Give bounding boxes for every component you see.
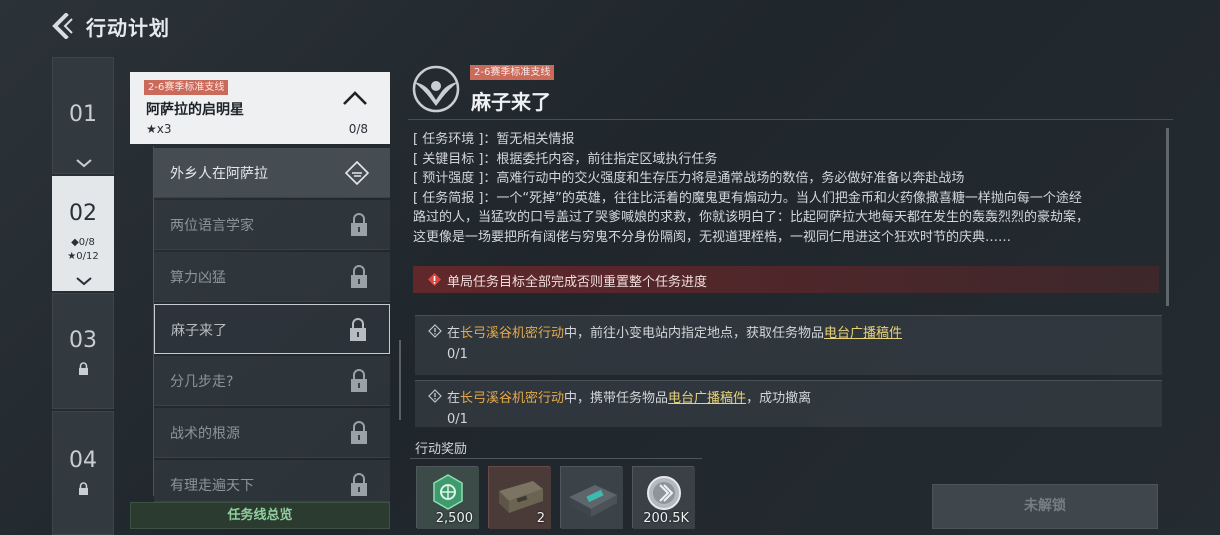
- task-item-label: 分几步走?: [170, 374, 234, 390]
- objective-row: 在长弓溪谷机密行动中，前往小变电站内指定地点，获取任务物品电台广播稿件 0/1: [415, 315, 1162, 375]
- chapter-star-progress: ★0/12: [67, 251, 99, 262]
- chevron-down-icon: [76, 277, 92, 286]
- divider: [408, 119, 1173, 120]
- info-environment: [ 任务环境 ]：暂无相关情报: [413, 132, 575, 147]
- task-item[interactable]: 两位语言学家: [154, 200, 390, 250]
- divider: [410, 458, 702, 459]
- eagle-emblem-icon: [412, 65, 460, 113]
- lock-icon: [350, 318, 366, 341]
- device-case-icon: [561, 467, 623, 529]
- season-tag: 2-6赛季标准支线: [470, 65, 555, 80]
- task-line-header[interactable]: 2-6赛季标准支线 阿萨拉的启明星 ★x3 0/8: [130, 72, 390, 144]
- objective-text: 在长弓溪谷机密行动中，前往小变电站内指定地点，获取任务物品电台广播稿件: [447, 326, 903, 341]
- objective-count: 0/1: [447, 347, 468, 362]
- task-item[interactable]: 有理走遍天下: [154, 460, 390, 502]
- reward-item[interactable]: 2: [488, 466, 551, 529]
- chevron-up-icon[interactable]: [342, 90, 368, 106]
- chapter-number: 03: [69, 328, 97, 353]
- chapter-number: 01: [69, 102, 97, 127]
- chapter-number: 04: [69, 448, 97, 473]
- task-line-stars: ★x3: [146, 122, 172, 136]
- chapter-04[interactable]: 04: [52, 411, 114, 535]
- warning-banner: 单局任务目标全部完成否则重置整个任务进度: [413, 266, 1159, 293]
- task-item[interactable]: 战术的根源: [154, 408, 390, 458]
- chapter-01[interactable]: 01: [52, 57, 114, 174]
- rewards-title: 行动奖励: [415, 442, 468, 457]
- task-item-label: 麻子来了: [171, 323, 227, 339]
- task-item[interactable]: 算力凶猛: [154, 252, 390, 302]
- chapter-03[interactable]: 03: [52, 293, 114, 409]
- reward-item[interactable]: [560, 466, 623, 529]
- lock-icon: [351, 265, 367, 288]
- info-briefing: [ 任务简报 ]：一个“死掉”的英雄，往往比活着的魔鬼更有煽动力。当人们把金币和…: [413, 190, 1082, 206]
- back-arrow-icon[interactable]: [50, 13, 74, 39]
- chapter-02[interactable]: 02 ◆0/8 ★0/12: [52, 176, 114, 291]
- chapter-diamond-progress: ◆0/8: [71, 237, 95, 248]
- objective-text: 在长弓溪谷机密行动中，携带任务物品电台广播稿件，成功撤离: [447, 391, 812, 406]
- task-item-label: 算力凶猛: [170, 270, 226, 286]
- task-item-label: 战术的根源: [170, 426, 240, 442]
- info-briefing-line: 这更像是一场要把所有阔佬与穷鬼不分身份隔阂，无视道理桎梏，一视同仁甩进这个狂欢时…: [413, 229, 1012, 245]
- task-item-label: 有理走遍天下: [170, 478, 254, 494]
- diamond-map-icon: [344, 160, 370, 186]
- reward-item[interactable]: 200.5K: [632, 466, 695, 529]
- task-line-overview-button[interactable]: 任务线总览: [130, 502, 390, 529]
- task-item[interactable]: 分几步走?: [154, 356, 390, 406]
- info-key-objective: [ 关键目标 ]：根据委托内容，前往指定区域执行任务: [413, 151, 718, 167]
- objective-row: 在长弓溪谷机密行动中，携带任务物品电台广播稿件，成功撤离 0/1: [415, 380, 1162, 427]
- task-item-selected[interactable]: 麻子来了: [154, 304, 390, 354]
- objective-diamond-icon: [428, 389, 442, 403]
- task-item[interactable]: 外乡人在阿萨拉: [154, 148, 390, 198]
- lock-icon: [79, 362, 88, 375]
- lock-icon: [351, 369, 367, 392]
- lock-icon: [351, 473, 367, 496]
- info-scrollbar[interactable]: [1166, 128, 1169, 306]
- objective-diamond-icon: [428, 324, 442, 338]
- chapter-number: 02: [69, 201, 97, 226]
- chevron-down-icon: [76, 159, 92, 168]
- task-line-name: 阿萨拉的启明星: [146, 102, 244, 118]
- unlock-button[interactable]: 未解锁: [932, 484, 1158, 529]
- lock-icon: [79, 482, 88, 495]
- reward-amount: 2,500: [435, 511, 473, 526]
- task-line-panel: 2-6赛季标准支线 阿萨拉的启明星 ★x3 0/8 外乡人在阿萨拉 两位语言学家…: [128, 62, 392, 502]
- info-briefing-line: 路过的人，当猛攻的口号盖过了哭爹喊娘的求救，你就该明白了：比起阿萨拉大地每天都在…: [413, 210, 1090, 225]
- task-item-label: 外乡人在阿萨拉: [170, 166, 268, 182]
- objective-count: 0/1: [447, 412, 468, 427]
- reward-amount: 2: [536, 511, 545, 526]
- chapter-list: 01 02 ◆0/8 ★0/12 03 04: [52, 57, 114, 535]
- lock-icon: [351, 421, 367, 444]
- task-line-progress: 0/8: [348, 122, 368, 136]
- reward-item[interactable]: 2,500: [416, 466, 479, 529]
- mission-title: 麻子来了: [471, 90, 551, 114]
- season-tag: 2-6赛季标准支线: [144, 80, 229, 95]
- warning-icon: [428, 273, 441, 286]
- warning-text: 单局任务目标全部完成否则重置整个任务进度: [447, 275, 708, 290]
- page-title: 行动计划: [86, 16, 170, 40]
- task-item-label: 两位语言学家: [170, 218, 254, 234]
- reward-amount: 200.5K: [643, 511, 689, 526]
- info-intensity: [ 预计强度 ]：高难行动中的交火强度和生存压力将是通常战场的数倍，务必做好准备…: [413, 171, 965, 186]
- lock-icon: [351, 213, 367, 236]
- task-list-scrollbar[interactable]: [399, 340, 401, 420]
- mission-info: [ 任务环境 ]：暂无相关情报 [ 关键目标 ]：根据委托内容，前往指定区域执行…: [413, 130, 1163, 247]
- objective-list: 在长弓溪谷机密行动中，前往小变电站内指定地点，获取任务物品电台广播稿件 0/1 …: [410, 306, 1170, 427]
